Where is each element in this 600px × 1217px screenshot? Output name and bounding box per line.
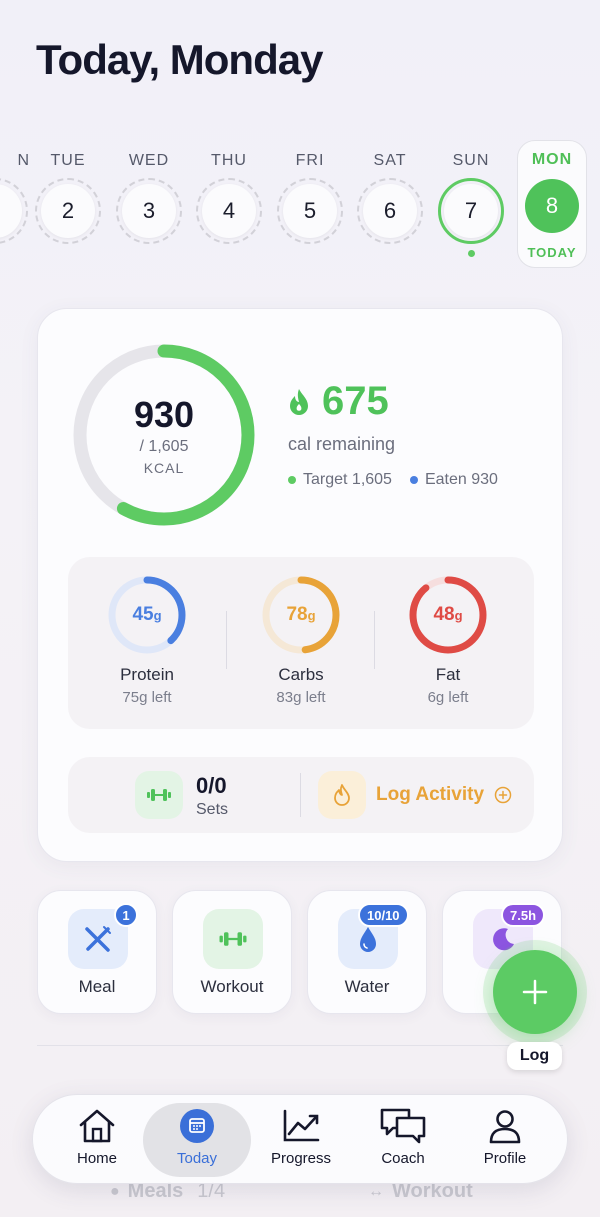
macro-left: 6g left xyxy=(427,689,469,706)
plus-circle-icon xyxy=(494,786,512,804)
day-name: SAT xyxy=(373,152,407,169)
bottom-tab-bar: Home Today Progress Coach Profile xyxy=(32,1094,568,1184)
quick-action-label: Workout xyxy=(200,977,264,996)
chat-bubbles-icon xyxy=(380,1108,426,1144)
fire-icon xyxy=(318,771,366,819)
day-sat[interactable]: SAT 6 xyxy=(355,140,425,244)
macro-name: Fat xyxy=(435,665,461,684)
day-monday-prev[interactable]: N xyxy=(0,140,30,244)
tab-home[interactable]: Home xyxy=(43,1103,151,1177)
day-name: N xyxy=(17,152,30,169)
divider xyxy=(374,611,375,669)
macro-left: 75g left xyxy=(122,689,172,706)
macro-name: Protein xyxy=(120,665,174,684)
day-number: 5 xyxy=(283,184,337,238)
tab-label: Profile xyxy=(483,1150,527,1167)
day-number: 6 xyxy=(363,184,417,238)
house-icon xyxy=(79,1109,115,1143)
day-today[interactable]: MON 8 TODAY xyxy=(517,140,587,268)
section-divider xyxy=(37,1045,563,1046)
day-number: 8 xyxy=(525,179,579,233)
day-tue[interactable]: TUE 2 xyxy=(33,140,103,244)
divider xyxy=(226,611,227,669)
divider xyxy=(300,773,301,817)
today-label: TODAY xyxy=(527,245,577,260)
calorie-legend: Target 1,605 Eaten 930 xyxy=(288,471,498,489)
water-badge: 10/10 xyxy=(358,903,409,927)
calories-remaining: 675 xyxy=(322,379,389,423)
quick-action-meal[interactable]: 1 Meal xyxy=(37,890,157,1014)
day-name: TUE xyxy=(50,152,86,169)
calorie-ring-center: 930 / 1,605 KCAL xyxy=(66,337,262,533)
protein-value: 45 xyxy=(132,604,154,625)
day-fri[interactable]: FRI 5 xyxy=(275,140,345,244)
log-activity-button[interactable]: Log Activity xyxy=(376,784,512,806)
day-number: 7 xyxy=(444,184,498,238)
dumbbell-icon xyxy=(135,771,183,819)
apple-icon: ● xyxy=(110,1182,120,1200)
legend-target: Target 1,605 xyxy=(288,471,392,489)
legend-eaten: Eaten 930 xyxy=(409,471,498,489)
person-icon xyxy=(489,1110,521,1144)
tab-label: Progress xyxy=(270,1150,332,1167)
day-wed[interactable]: WED 3 xyxy=(114,140,184,244)
sleep-badge: 7.5h xyxy=(501,903,546,927)
calories-unit: KCAL xyxy=(143,460,185,476)
macro-left: 83g left xyxy=(276,689,326,706)
sets-label: Sets xyxy=(196,801,229,818)
page-title: Today, Monday xyxy=(36,36,323,83)
macros-panel: 45 g Protein 75g left 78 g Carbs 83g left … xyxy=(68,557,534,729)
quick-action-label: Water xyxy=(344,977,390,996)
day-sun[interactable]: SUN 7 xyxy=(436,140,506,257)
tab-progress[interactable]: Progress xyxy=(247,1103,355,1177)
nutrition-summary-card: 930 / 1,605 KCAL 675 cal remaining Targe… xyxy=(37,308,563,862)
flame-icon xyxy=(290,388,308,415)
chart-icon xyxy=(283,1109,320,1142)
carbs-value: 78 xyxy=(286,604,308,625)
tab-label: Coach xyxy=(381,1150,425,1167)
day-number: 4 xyxy=(202,184,256,238)
day-number: 2 xyxy=(41,184,95,238)
day-name: THU xyxy=(211,152,247,169)
log-fab-label: Log xyxy=(507,1042,562,1070)
week-strip: N TUE 2 WED 3 THU 4 FRI 5 SAT 6 SUN 7 xyxy=(0,140,600,270)
activity-row: 0/0 Sets Log Activity xyxy=(68,757,534,833)
calories-remaining-block: 675 cal remaining xyxy=(288,379,395,455)
tab-coach[interactable]: Coach xyxy=(349,1103,457,1177)
logged-dot xyxy=(467,250,475,257)
day-name: FRI xyxy=(295,152,325,169)
quick-action-water[interactable]: 10/10 Water xyxy=(307,890,427,1014)
tab-label: Home xyxy=(76,1150,117,1167)
tab-today[interactable]: Today xyxy=(143,1103,251,1177)
dumbbell-icon: ↔ xyxy=(368,1182,384,1200)
fat-value: 48 xyxy=(433,604,455,625)
quick-action-workout[interactable]: Workout xyxy=(172,890,292,1014)
tab-profile[interactable]: Profile xyxy=(451,1103,559,1177)
day-name: MON xyxy=(531,151,573,168)
calories-eaten: 930 xyxy=(133,394,195,435)
calories-remaining-label: cal remaining xyxy=(288,434,396,454)
quick-action-label: Meal xyxy=(78,977,116,996)
sets-value: 0/0 xyxy=(196,773,227,798)
tab-label: Today xyxy=(176,1150,218,1167)
calories-target: / 1,605 xyxy=(139,438,189,455)
legend-dot xyxy=(409,476,418,484)
dumbbell-icon xyxy=(203,909,263,969)
sets-counter[interactable]: 0/0 Sets xyxy=(196,773,228,819)
day-number: 3 xyxy=(122,184,176,238)
legend-dot xyxy=(288,476,296,484)
day-name: WED xyxy=(128,152,170,169)
plus-icon xyxy=(522,979,548,1005)
log-fab-button[interactable] xyxy=(493,950,577,1034)
meal-badge: 1 xyxy=(114,903,138,927)
macro-name: Carbs xyxy=(278,665,324,684)
day-thu[interactable]: THU 4 xyxy=(194,140,264,244)
calendar-icon xyxy=(180,1109,214,1143)
day-name: SUN xyxy=(452,152,490,169)
